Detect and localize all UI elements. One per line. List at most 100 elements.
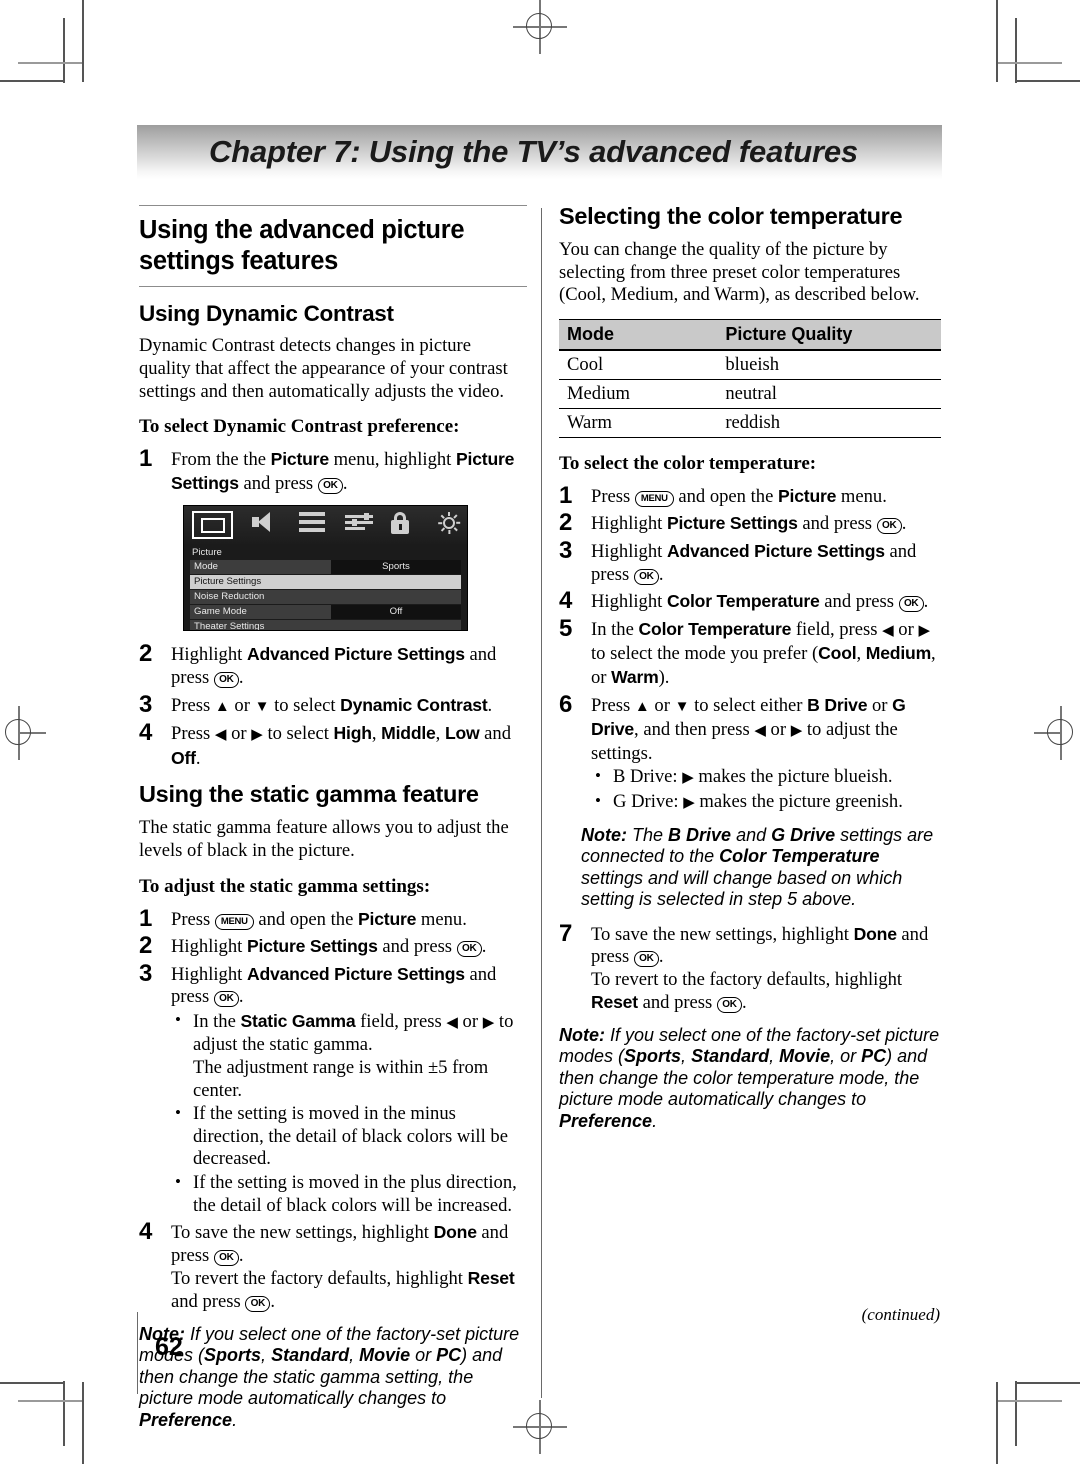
step-text-part: or xyxy=(229,694,255,716)
step-text-part: . xyxy=(487,694,493,716)
term-advanced-picture-settings: Advanced Picture Settings xyxy=(246,963,465,984)
step-text-part: Press xyxy=(591,694,635,716)
bullet-text-part: field, press xyxy=(355,1010,447,1032)
arrow-right-icon: ▶ xyxy=(790,723,803,740)
registration-mark-left-center xyxy=(0,706,46,760)
ok-button-icon: OK xyxy=(898,596,924,613)
tv-osd-panel-title: Picture xyxy=(192,547,222,559)
arrow-right-icon: ▶ xyxy=(482,1014,495,1031)
lead-in-static-gamma: To adjust the static gamma settings: xyxy=(139,875,431,897)
arrow-up-icon: ▲ xyxy=(214,698,230,715)
step-item: 4 Press ◀ or ▶ to select High, Middle, L… xyxy=(139,721,527,770)
crop-mark-top-right-edge-v xyxy=(996,0,998,82)
step-text-part: Highlight xyxy=(591,513,667,535)
ok-button-icon: OK xyxy=(876,518,902,535)
step-text-part: . xyxy=(923,591,929,613)
tv-osd-rows: Picture Mode Sports Picture Settings Noi… xyxy=(184,544,467,631)
term-color-temperature: Color Temperature xyxy=(638,618,792,639)
step-text-part: To save the new settings, highlight xyxy=(171,1222,434,1244)
step-text-part: , and then press xyxy=(634,719,755,741)
registration-mark-right-center xyxy=(1034,706,1080,760)
term-color-temperature: Color Temperature xyxy=(719,846,880,866)
tv-menu-row-label: Theater Settings xyxy=(190,620,461,631)
step-number: 7 xyxy=(559,919,573,947)
arrow-right-icon: ▶ xyxy=(918,622,930,639)
step-number: 2 xyxy=(139,640,153,668)
crop-mark-top-left-edge-h xyxy=(0,80,64,82)
term-standard: Standard xyxy=(271,1345,350,1366)
step-text-part: From the the xyxy=(171,449,271,471)
step-text-part: . xyxy=(342,472,348,494)
paragraph-dynamic-contrast-intro: Dynamic Contrast detects changes in pict… xyxy=(139,335,508,402)
paragraph-static-gamma-intro: The static gamma feature allows you to a… xyxy=(139,817,509,861)
step-text-part: and xyxy=(479,723,512,745)
step-text-part: Highlight xyxy=(171,936,247,958)
step-number: 3 xyxy=(559,536,573,564)
term-middle: Middle xyxy=(381,723,436,744)
reg-circle xyxy=(526,13,552,39)
term-picture: Picture xyxy=(358,908,417,929)
step-text-part: to select xyxy=(262,723,334,745)
step-text-part: or xyxy=(649,694,675,716)
tv-menu-row-theater-settings[interactable]: Theater Settings xyxy=(190,620,461,631)
step-number: 1 xyxy=(559,481,573,509)
tv-osd-icon-bar xyxy=(184,506,467,545)
crop-mark-bottom-left-vertical xyxy=(63,1381,65,1446)
term-reset: Reset xyxy=(591,992,638,1013)
registration-mark-top-center xyxy=(513,0,567,54)
step-text-part: Highlight xyxy=(171,963,247,985)
step-text-part: and press xyxy=(377,936,457,958)
step-text-part: Press xyxy=(171,694,215,716)
crop-mark-top-right-vertical xyxy=(1015,18,1017,83)
term-cool: Cool xyxy=(818,643,857,664)
bullet-item: If the setting is moved in the minus dir… xyxy=(171,1102,527,1171)
step-text-part: Press xyxy=(591,485,635,507)
steps-dynamic-contrast: 1 From the the Picture menu, highlight P… xyxy=(139,445,527,495)
tv-menu-row-noise-reduction[interactable]: Noise Reduction xyxy=(190,590,461,604)
tv-menu-row-picture-settings[interactable]: Picture Settings xyxy=(190,575,461,589)
step-number: 1 xyxy=(139,445,153,473)
step-text-part: menu, highlight xyxy=(328,449,456,471)
step-text-part: and press xyxy=(637,992,717,1014)
left-column: Using the advanced picture settings feat… xyxy=(139,205,527,1443)
note-text-part: . xyxy=(232,1409,238,1430)
ok-button-icon: OK xyxy=(633,951,659,968)
term-picture: Picture xyxy=(270,449,329,470)
steps-dynamic-contrast-continued: 2 Highlight Advanced Picture Settings an… xyxy=(139,640,527,770)
note-text-part: . xyxy=(652,1110,658,1131)
step-subnote: To revert the factory defaults, highligh… xyxy=(171,1267,527,1313)
step-text-part: field, press xyxy=(791,618,883,640)
step-text-part: and press xyxy=(238,472,318,494)
tv-menu-row-game-mode[interactable]: Game Mode Off xyxy=(190,605,461,619)
bullets-static-gamma: In the Static Gamma field, press ◀ or ▶ … xyxy=(171,1009,527,1217)
term-b-drive: B Drive xyxy=(807,694,868,715)
step-number: 2 xyxy=(139,932,153,960)
step-text-part: Press xyxy=(171,908,215,930)
step-text-part: . xyxy=(238,666,244,688)
table-cell-mode: Warm xyxy=(559,408,664,438)
ok-button-icon: OK xyxy=(245,1296,271,1312)
reg-circle xyxy=(1047,719,1073,745)
term-sports: Sports xyxy=(624,1046,682,1067)
term-picture: Picture xyxy=(778,485,837,506)
section-rule-top xyxy=(139,205,527,207)
bullet-text-part: or xyxy=(457,1010,483,1032)
column-divider xyxy=(541,208,542,1398)
tv-osd-screenshot: Picture Mode Sports Picture Settings Noi… xyxy=(183,505,468,632)
bullet-subnote: The adjustment range is within ±5 from c… xyxy=(193,1057,489,1101)
continued-label: (continued) xyxy=(861,1305,940,1324)
step-item: 4 Highlight Color Temperature and press … xyxy=(559,589,942,614)
table-row: Cool blueish xyxy=(559,349,941,380)
step-item: 7 To save the new settings, highlight Do… xyxy=(559,919,942,1015)
step-item: 3 Highlight Advanced Picture Settings an… xyxy=(559,536,942,586)
term-done: Done xyxy=(853,923,897,944)
step-text-part: . xyxy=(901,513,907,535)
step-number: 6 xyxy=(559,690,573,718)
chapter-title: Chapter 7: Using the TV’s advanced featu… xyxy=(209,134,858,169)
arrow-down-icon: ▼ xyxy=(674,698,690,715)
tv-menu-row-mode[interactable]: Mode Sports xyxy=(190,560,461,574)
note-static-gamma: Note: If you select one of the factory-s… xyxy=(139,1324,527,1432)
step-text-part: and press xyxy=(819,591,899,613)
step-number: 2 xyxy=(559,509,573,537)
step-text-part: To revert the factory defaults, highligh… xyxy=(171,1268,468,1290)
